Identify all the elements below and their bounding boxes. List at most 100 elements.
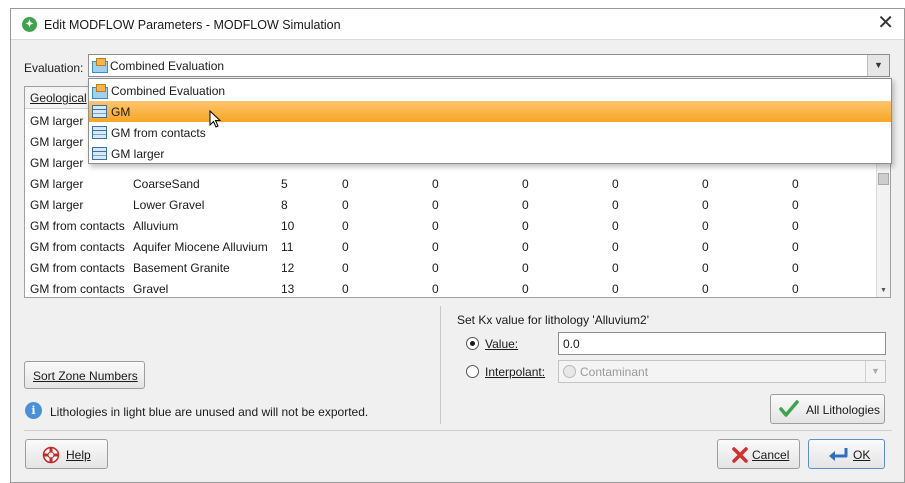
ok-button[interactable]: OK — [808, 439, 885, 469]
table-row[interactable]: GM from contacts Aquifer Miocene Alluvium… — [24, 236, 876, 257]
evaluation-icon — [92, 84, 108, 99]
app-logo-icon: ✦ — [22, 17, 37, 32]
cell-zone: 13 — [281, 282, 295, 296]
cell-value: 0 — [522, 198, 529, 212]
cell-value: 0 — [522, 177, 529, 191]
evaluation-combo[interactable]: Combined Evaluation ▼ — [88, 54, 890, 77]
value-input-text: 0.0 — [563, 337, 580, 351]
value-radio[interactable] — [466, 337, 479, 350]
cell-value: 0 — [342, 282, 349, 296]
close-icon[interactable]: ✕ — [877, 13, 894, 33]
cancel-label: Cancel — [752, 448, 790, 462]
column-header-geological[interactable]: Geological — [30, 91, 87, 105]
help-label: Help — [66, 448, 91, 462]
scroll-down-icon[interactable]: ▼ — [880, 287, 887, 294]
lifebuoy-icon — [42, 446, 60, 464]
cell-lithology: CoarseSand — [133, 177, 200, 191]
footer-divider — [24, 430, 892, 431]
evaluation-label-text: Evaluation: — [24, 61, 84, 75]
cell-value: 0 — [792, 261, 799, 275]
dropdown-item-label: GM from contacts — [111, 126, 206, 140]
table-row[interactable]: GM from contacts Gravel 13 0 0 0 0 0 0 — [24, 278, 876, 299]
cell-value: 0 — [522, 240, 529, 254]
evaluation-label: Evaluation: — [24, 61, 83, 75]
cell-value: 0 — [792, 198, 799, 212]
cell-geological-model: GM from contacts — [30, 261, 125, 275]
cell-value: 0 — [432, 198, 439, 212]
sort-zone-numbers-label: Sort Zone Numbers — [33, 369, 138, 383]
cell-value: 0 — [612, 177, 619, 191]
cell-value: 0 — [342, 198, 349, 212]
cell-value: 0 — [522, 261, 529, 275]
info-text: Lithologies in light blue are unused and… — [50, 405, 369, 419]
cell-value: 0 — [792, 240, 799, 254]
cell-geological-model: GM from contacts — [30, 240, 125, 254]
cell-lithology: Gravel — [133, 282, 169, 296]
cell-lithology: Aquifer Miocene Alluvium — [133, 240, 268, 254]
evaluation-icon — [92, 58, 108, 73]
cell-zone: 12 — [281, 261, 295, 275]
cell-zone: 5 — [281, 177, 288, 191]
value-input[interactable]: 0.0 — [558, 332, 886, 355]
cell-geological-model: GM larger — [30, 198, 84, 212]
all-lithologies-label: All Lithologies — [806, 403, 881, 417]
cell-value: 0 — [612, 282, 619, 296]
cell-geological-model: GM larger — [30, 114, 84, 128]
cell-value: 0 — [522, 219, 529, 233]
info-icon: i — [25, 402, 42, 419]
interpolant-icon — [563, 365, 576, 378]
cell-value: 0 — [612, 240, 619, 254]
table-row[interactable]: GM from contacts Alluvium 10 0 0 0 0 0 0 — [24, 215, 876, 236]
cell-value: 0 — [432, 240, 439, 254]
interpolant-label: Interpolant: — [485, 365, 546, 379]
cell-value: 0 — [612, 198, 619, 212]
sort-zone-numbers-button[interactable]: Sort Zone Numbers — [24, 361, 145, 389]
chevron-down-icon[interactable]: ▼ — [865, 361, 885, 382]
geological-model-icon — [92, 105, 107, 118]
dropdown-item-combined-evaluation[interactable]: Combined Evaluation — [89, 80, 891, 101]
cell-value: 0 — [702, 261, 709, 275]
enter-arrow-icon — [829, 448, 848, 461]
cell-geological-model: GM larger — [30, 177, 84, 191]
chevron-down-icon[interactable]: ▼ — [867, 55, 889, 76]
cell-value: 0 — [432, 261, 439, 275]
cell-value: 0 — [612, 219, 619, 233]
ok-label: OK — [853, 448, 871, 462]
table-row[interactable]: GM larger CoarseSand 5 0 0 0 0 0 0 — [24, 173, 876, 194]
cell-value: 0 — [792, 177, 799, 191]
dropdown-item-label: GM larger — [111, 147, 165, 161]
dropdown-item-gm-larger[interactable]: GM larger — [89, 143, 891, 164]
cancel-button[interactable]: Cancel — [717, 439, 800, 469]
cell-lithology: Alluvium — [133, 219, 179, 233]
interpolant-selected: Contaminant — [580, 365, 649, 379]
table-row[interactable]: GM larger Lower Gravel 8 0 0 0 0 0 0 — [24, 194, 876, 215]
dropdown-item-label: Combined Evaluation — [111, 84, 226, 98]
geological-model-icon — [92, 147, 107, 160]
cell-value: 0 — [612, 261, 619, 275]
cell-value: 0 — [792, 282, 799, 296]
table-row[interactable]: GM from contacts Basement Granite 12 0 0 0 0 0 0 — [24, 257, 876, 278]
cell-zone: 8 — [281, 198, 288, 212]
cell-geological-model: GM larger — [30, 156, 84, 170]
cell-value: 0 — [342, 240, 349, 254]
cell-value: 0 — [702, 198, 709, 212]
help-button[interactable]: Help — [25, 439, 108, 469]
interpolant-combo[interactable]: Contaminant ▼ — [558, 360, 886, 383]
cell-value: 0 — [342, 261, 349, 275]
cell-value: 0 — [702, 219, 709, 233]
scrollbar-thumb[interactable] — [878, 173, 889, 185]
cell-value: 0 — [702, 240, 709, 254]
cell-geological-model: GM larger — [30, 135, 84, 149]
cell-value: 0 — [432, 219, 439, 233]
dropdown-item-label: GM — [111, 105, 131, 119]
cell-lithology: Lower Gravel — [133, 198, 205, 212]
value-label: Value: — [485, 337, 519, 351]
panel-divider — [440, 306, 441, 424]
cell-value: 0 — [792, 219, 799, 233]
interpolant-radio[interactable] — [466, 365, 479, 378]
cell-lithology: Basement Granite — [133, 261, 230, 275]
window-title: Edit MODFLOW Parameters - MODFLOW Simula… — [44, 18, 341, 32]
all-lithologies-button[interactable]: All Lithologies — [770, 394, 885, 424]
mouse-cursor-icon — [209, 110, 222, 128]
cell-zone: 11 — [281, 240, 294, 254]
